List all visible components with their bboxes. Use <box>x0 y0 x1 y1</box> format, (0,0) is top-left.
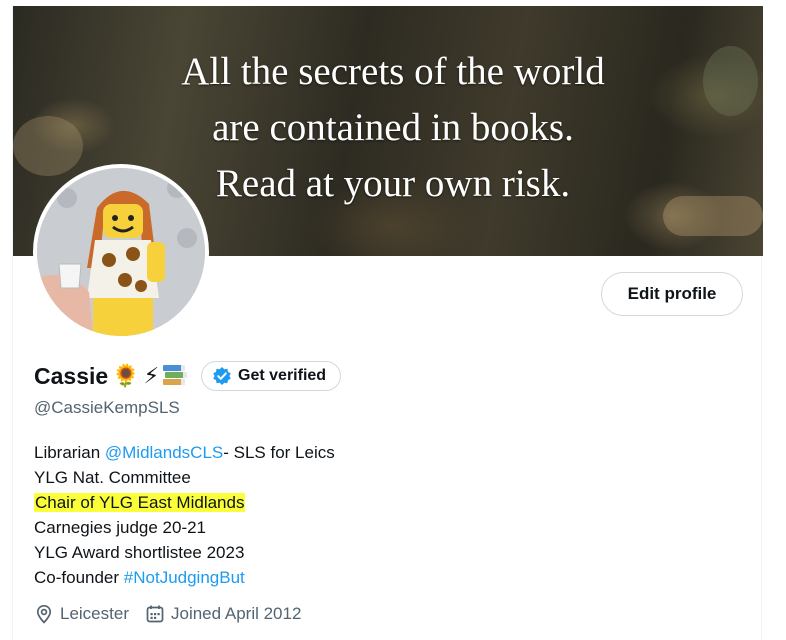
books-icon <box>163 365 188 385</box>
profile-meta: Leicester Joined April 2012 <box>34 604 317 624</box>
location-text: Leicester <box>60 604 129 623</box>
profile-card: All the secrets of the world are contain… <box>12 6 763 640</box>
lightning-emoji: ⚡ <box>143 363 160 389</box>
edit-profile-button[interactable]: Edit profile <box>601 272 743 316</box>
profile-avatar[interactable] <box>33 164 209 340</box>
bio-line: Carnegies judge 20-21 <box>34 518 207 537</box>
location-pin-icon <box>36 604 52 624</box>
banner-quote-line: Read at your own risk. <box>215 162 571 205</box>
banner-decoration <box>703 46 758 116</box>
sunflower-emoji: 🌻 <box>112 363 140 389</box>
banner-quote: All the secrets of the world are contain… <box>133 44 653 212</box>
profile-bio: Librarian @MidlandsCLS- SLS for Leics YL… <box>34 440 634 590</box>
get-verified-label: Get verified <box>238 367 327 384</box>
highlighted-text: Chair of YLG East Midlands <box>34 493 246 512</box>
get-verified-button[interactable]: Get verified <box>201 361 342 391</box>
calendar-icon <box>146 605 164 623</box>
bio-text: Librarian <box>34 443 105 462</box>
location-item: Leicester <box>34 604 129 624</box>
joined-date: Joined April 2012 <box>170 604 302 623</box>
display-name: Cassie <box>34 362 109 389</box>
verified-badge-icon <box>213 367 231 385</box>
mention-link[interactable]: @MidlandsCLS <box>105 443 223 462</box>
lego-figure-avatar-image <box>37 168 205 336</box>
banner-quote-line: are contained in books. <box>212 106 574 149</box>
bio-text: - SLS for Leics <box>223 443 335 462</box>
hashtag-link[interactable]: #NotJudgingBut <box>124 568 245 587</box>
banner-quote-line: All the secrets of the world <box>181 50 605 93</box>
bio-line: Librarian @MidlandsCLS- SLS for Leics <box>34 440 634 465</box>
bio-line: YLG Nat. Committee <box>34 468 191 487</box>
banner-decoration <box>13 116 83 176</box>
banner-decoration <box>663 196 763 236</box>
user-handle: @CassieKempSLS <box>34 398 180 417</box>
bio-line: Co-founder #NotJudgingBut <box>34 565 634 590</box>
joined-item: Joined April 2012 <box>145 604 301 624</box>
bio-line: YLG Award shortlistee 2023 <box>34 543 245 562</box>
bio-line-highlighted: Chair of YLG East Midlands <box>34 490 634 515</box>
name-row: Cassie 🌻 ⚡ Get verified <box>34 359 342 393</box>
bio-text: Co-founder <box>34 568 124 587</box>
